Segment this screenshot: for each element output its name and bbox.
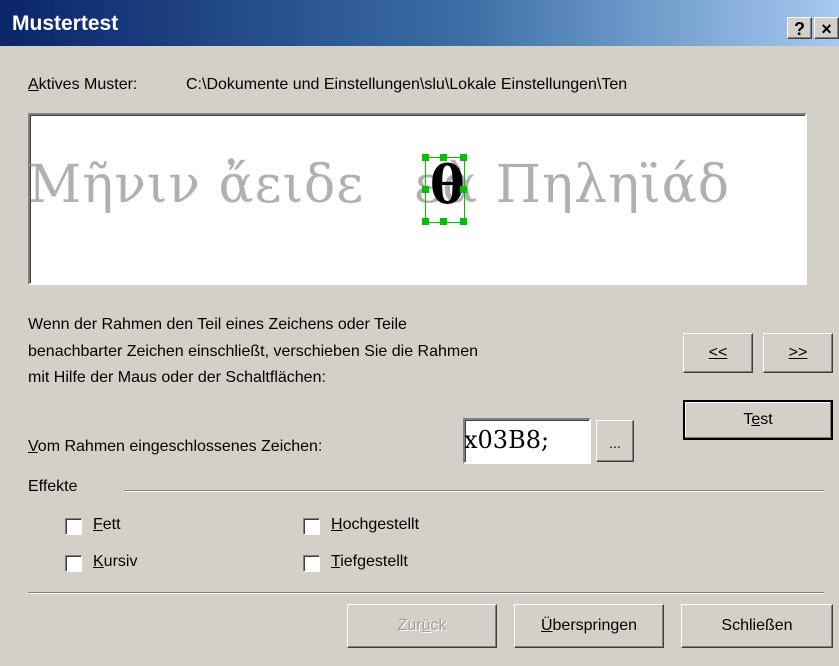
superscript-checkbox[interactable] <box>303 518 320 535</box>
bold-label[interactable]: Fett <box>93 516 121 534</box>
enclosed-character-field[interactable]: x03B8; <box>463 418 591 464</box>
superscript-label[interactable]: Hochgestellt <box>331 516 419 534</box>
italic-label[interactable]: Kursiv <box>93 553 137 571</box>
bold-checkbox[interactable] <box>65 518 82 535</box>
browse-button[interactable]: ... <box>596 420 634 462</box>
help-button[interactable]: ? <box>787 17 812 39</box>
instruction-line: mit Hilfe der Maus oder der Schaltfläche… <box>28 369 326 386</box>
next-button[interactable]: >> <box>763 333 833 373</box>
instruction-line: benachbarter Zeichen einschließt, versch… <box>28 343 479 360</box>
effects-group-label: Effekte <box>28 478 78 495</box>
instruction-line: Wenn der Rahmen den Teil eines Zeichens … <box>28 316 407 333</box>
enclosed-character-label: Vom Rahmen eingeschlossenes Zeichen: <box>28 438 323 455</box>
resize-handle[interactable] <box>440 218 447 225</box>
resize-handle[interactable] <box>460 154 467 161</box>
italic-checkbox[interactable] <box>65 555 82 572</box>
pattern-preview[interactable]: Μῆνιν ἄειδε θεὰ Πηληϊάδ θ <box>28 113 807 285</box>
back-button[interactable]: Zurück <box>347 604 497 648</box>
preview-text: Μῆνιν ἄειδε θεὰ Πηληϊάδ <box>28 155 731 215</box>
previous-button[interactable]: << <box>683 333 753 373</box>
close-window-button[interactable]: × <box>814 17 839 39</box>
subscript-label[interactable]: Tiefgestellt <box>331 553 408 571</box>
resize-handle[interactable] <box>440 154 447 161</box>
resize-handle[interactable] <box>460 186 467 193</box>
resize-handle[interactable] <box>422 218 429 225</box>
group-divider <box>124 490 824 492</box>
resize-handle[interactable] <box>422 186 429 193</box>
subscript-checkbox[interactable] <box>303 555 320 572</box>
active-pattern-label: Aktives Muster: <box>28 76 138 93</box>
window-title: Mustertest <box>12 12 119 35</box>
close-button[interactable]: Schließen <box>681 604 833 648</box>
resize-handle[interactable] <box>422 154 429 161</box>
footer-divider <box>28 592 824 594</box>
resize-handle[interactable] <box>460 218 467 225</box>
active-pattern-path: C:\Dokumente und Einstellungen\slu\Lokal… <box>186 76 628 93</box>
skip-button[interactable]: Überspringen <box>514 604 664 648</box>
test-button[interactable]: Test <box>683 400 833 440</box>
title-bar: Mustertest ? × <box>0 0 839 46</box>
